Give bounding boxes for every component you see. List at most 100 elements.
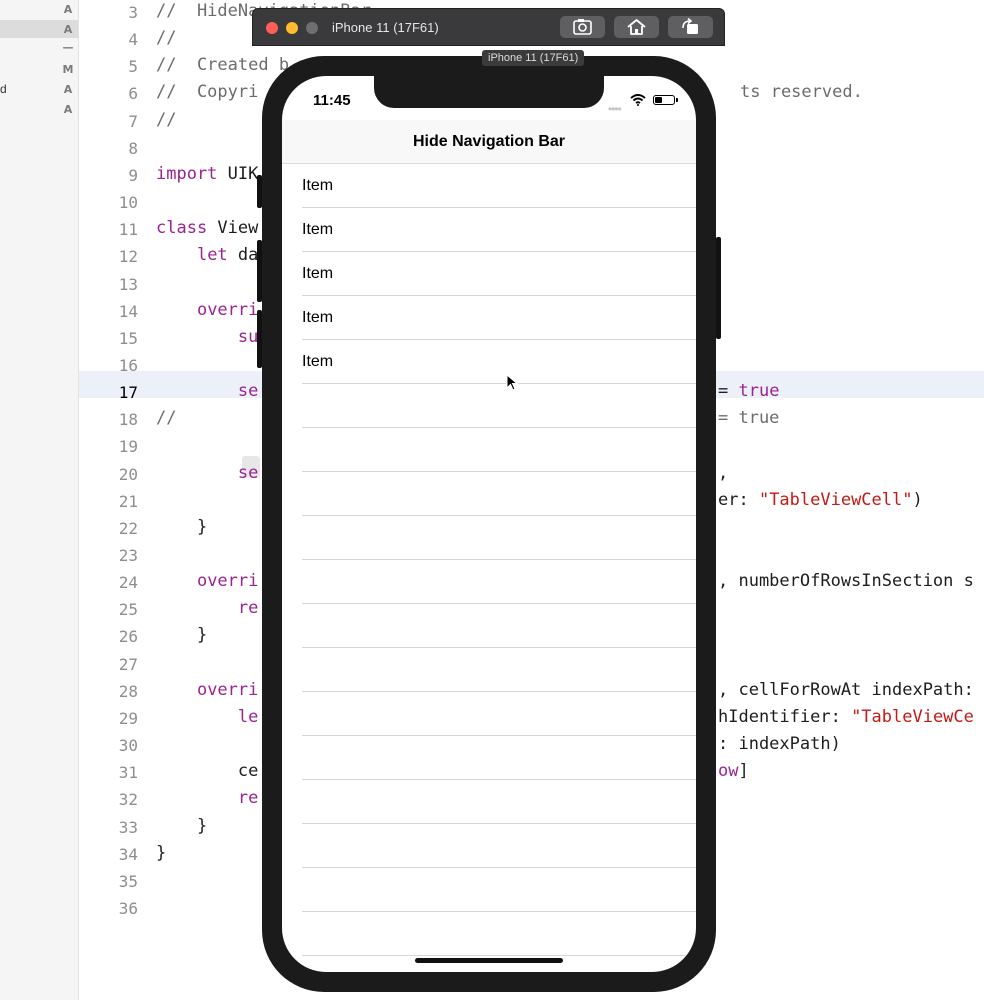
- code-token: //: [156, 408, 177, 428]
- code-line: }: [156, 843, 166, 863]
- line-number: 3: [128, 3, 138, 22]
- code-line: re: [156, 598, 258, 618]
- table-row[interactable]: Item: [282, 208, 696, 252]
- code-token: // Created b: [156, 55, 290, 75]
- table-row[interactable]: [282, 692, 696, 736]
- table-row[interactable]: [282, 516, 696, 560]
- source-control-badge: A: [63, 3, 73, 16]
- volume-down-button: [257, 310, 262, 368]
- code-token: }: [156, 816, 208, 836]
- code-token: se: [237, 463, 259, 483]
- table-row[interactable]: [282, 384, 696, 428]
- table-row[interactable]: Item: [282, 340, 696, 384]
- code-token: "TableViewCell": [758, 490, 913, 510]
- code-line-fragment: ,: [718, 463, 728, 483]
- line-number: 33: [118, 818, 138, 837]
- code-token: UIK: [217, 164, 259, 184]
- rotate-button[interactable]: [668, 16, 713, 38]
- minimize-window-button[interactable]: [286, 22, 298, 34]
- code-line: let da: [156, 245, 258, 265]
- line-number: 16: [118, 356, 138, 375]
- code-token: su: [237, 327, 259, 347]
- screenshot-button[interactable]: [560, 16, 605, 38]
- table-row[interactable]: [282, 472, 696, 516]
- code-token: = true: [718, 408, 780, 428]
- code-token: hIdentifier:: [718, 707, 852, 727]
- line-number: 6: [128, 84, 138, 103]
- code-line: }: [156, 625, 207, 645]
- table-row[interactable]: [282, 648, 696, 692]
- mute-switch: [257, 175, 262, 208]
- table-row[interactable]: [282, 780, 696, 824]
- table-row[interactable]: [282, 428, 696, 472]
- line-number: 11: [118, 220, 138, 239]
- code-line-fragment: hIdentifier: "TableViewCe: [718, 707, 974, 727]
- code-token: let: [196, 245, 228, 265]
- code-line-fragment: ow]: [718, 761, 749, 781]
- table-row[interactable]: [282, 824, 696, 868]
- table-row[interactable]: Item: [282, 296, 696, 340]
- row-label: Item: [302, 309, 334, 326]
- line-number: 20: [118, 465, 138, 484]
- table-row[interactable]: [282, 560, 696, 604]
- code-token: , cellForRowAt indexPath:: [718, 680, 974, 700]
- code-line: su: [156, 327, 258, 347]
- line-number: 36: [118, 899, 138, 918]
- code-line-fragment: = true: [718, 381, 779, 401]
- code-line-fragment: , numberOfRowsInSection s: [718, 571, 974, 591]
- code-line: se: [156, 463, 258, 483]
- zoom-window-button[interactable]: [306, 22, 318, 34]
- line-number: 22: [118, 519, 138, 538]
- code-line-fragment: , cellForRowAt indexPath:: [718, 680, 974, 700]
- close-window-button[interactable]: [266, 22, 278, 34]
- code-token: View: [207, 218, 259, 238]
- simulator-title: iPhone 11 (17F61): [332, 20, 439, 35]
- code-token: ,: [718, 463, 729, 483]
- table-row[interactable]: [282, 736, 696, 780]
- simulator-tooltip: iPhone 11 (17F61): [482, 50, 585, 66]
- navigation-bar: Hide Navigation Bar: [282, 120, 696, 164]
- code-token: ts reserved.: [740, 82, 863, 102]
- home-indicator[interactable]: [415, 958, 563, 963]
- code-token: }: [156, 625, 208, 645]
- line-number: 15: [118, 329, 138, 348]
- code-token: }: [156, 843, 167, 863]
- table-row[interactable]: Item: [282, 252, 696, 296]
- code-token: le: [237, 707, 259, 727]
- line-number: 26: [118, 627, 138, 646]
- status-time: 11:45: [313, 92, 351, 109]
- simulator-title-bar[interactable]: iPhone 11 (17F61): [252, 8, 725, 46]
- row-separator: [302, 955, 696, 956]
- line-number: 34: [118, 845, 138, 864]
- phone-screen[interactable]: Hide Navigation Bar Item Item Item Item Item…: [282, 76, 696, 972]
- table-row[interactable]: [282, 868, 696, 912]
- code-token: "TableViewCe: [851, 707, 974, 727]
- source-control-badge: —: [62, 41, 74, 54]
- code-line: }: [156, 517, 207, 537]
- table-row[interactable]: Item: [282, 164, 696, 208]
- notch: [374, 76, 604, 108]
- code-token: true: [738, 381, 780, 401]
- row-label: Item: [302, 265, 334, 282]
- code-token: ow: [718, 761, 739, 781]
- table-row[interactable]: [282, 912, 696, 956]
- code-token: //: [156, 110, 177, 130]
- line-number: 27: [118, 655, 138, 674]
- code-token: , numberOfRowsInSection s: [718, 571, 974, 591]
- code-line: se: [156, 381, 258, 401]
- code-token: ce: [156, 761, 259, 781]
- code-token: import: [156, 164, 218, 184]
- line-number: 12: [118, 247, 138, 266]
- line-number: 24: [118, 573, 138, 592]
- source-control-badge: A: [63, 23, 73, 36]
- table-row[interactable]: [282, 604, 696, 648]
- home-button[interactable]: [614, 16, 659, 38]
- code-line: class View: [156, 218, 258, 238]
- wifi-icon: [630, 94, 646, 106]
